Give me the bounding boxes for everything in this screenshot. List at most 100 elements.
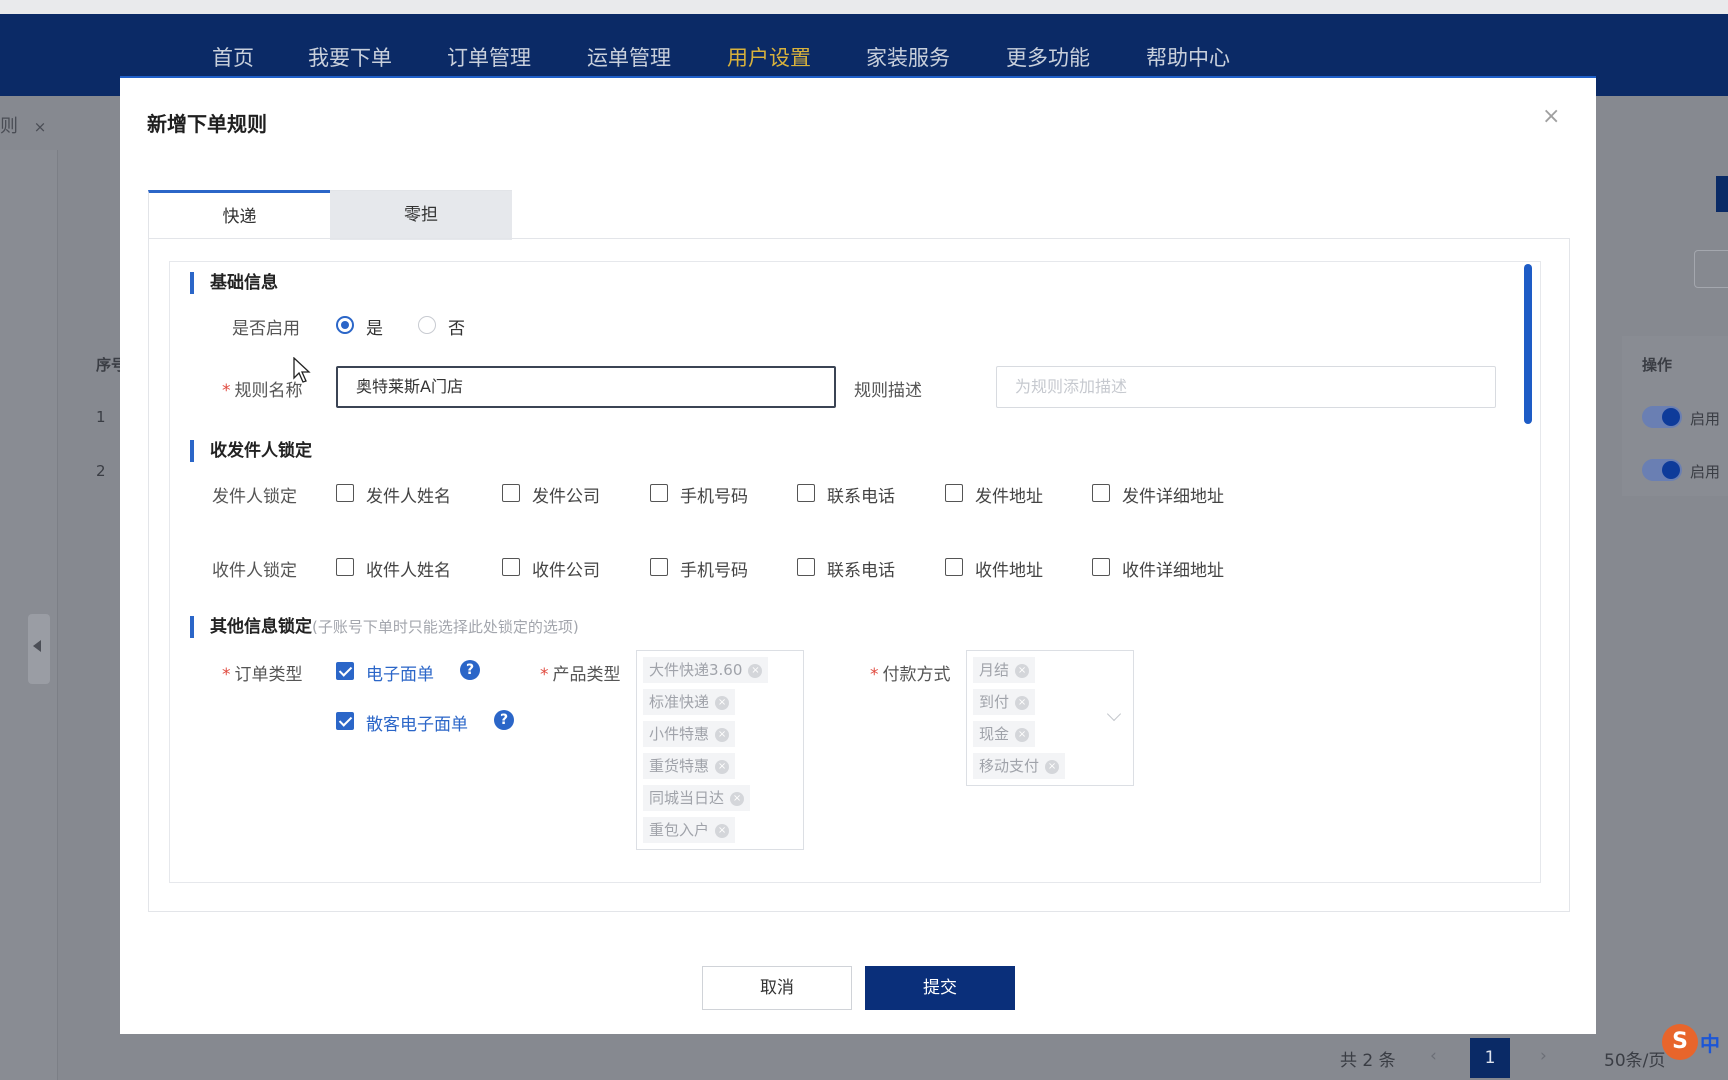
receiver-mobile-label[interactable]: 手机号码: [680, 556, 748, 581]
tag-remove-icon[interactable]: ×: [1015, 695, 1030, 710]
ime-mode: 中: [1700, 1032, 1720, 1056]
receiver-company-label[interactable]: 收件公司: [532, 556, 600, 581]
sender-lock-label: 发件人锁定: [212, 487, 297, 507]
pager-current-page[interactable]: 1: [1470, 1038, 1510, 1078]
receiver-phone-checkbox[interactable]: [797, 558, 815, 576]
tag-remove-icon[interactable]: ×: [715, 759, 730, 774]
receiver-company-checkbox[interactable]: [502, 558, 520, 576]
required-mark: *: [222, 381, 231, 401]
guest-e-waybill-label[interactable]: 散客电子面单: [366, 710, 468, 735]
background-secondary-button[interactable]: [1694, 250, 1728, 288]
section-other-lock-hint: (子账号下单时只能选择此处锁定的选项): [312, 618, 579, 636]
pager-total: 共 2 条: [1340, 1051, 1396, 1071]
e-waybill-label[interactable]: 电子面单: [366, 660, 434, 685]
tab-ltl[interactable]: 零担: [330, 190, 512, 240]
receiver-detail-address-checkbox[interactable]: [1092, 558, 1110, 576]
tag-remove-icon[interactable]: ×: [1015, 727, 1030, 742]
sender-name-label[interactable]: 发件人姓名: [366, 482, 451, 507]
scrollbar[interactable]: [1524, 264, 1532, 424]
tag-remove-icon[interactable]: ×: [715, 695, 730, 710]
receiver-phone-label[interactable]: 联系电话: [827, 556, 895, 581]
enable-label: 是否启用: [232, 319, 300, 339]
collapse-handle[interactable]: [28, 614, 50, 684]
enable-no-label[interactable]: 否: [448, 314, 465, 339]
payment-tag: 到付 ×: [973, 689, 1036, 715]
tag-remove-icon[interactable]: ×: [748, 663, 763, 678]
table-row-number: 2: [96, 462, 106, 480]
receiver-name-checkbox[interactable]: [336, 558, 354, 576]
nav-item-user-settings[interactable]: 用户设置: [727, 42, 811, 72]
tag-remove-icon[interactable]: ×: [1015, 663, 1030, 678]
receiver-address-checkbox[interactable]: [945, 558, 963, 576]
enable-yes-label[interactable]: 是: [366, 314, 383, 339]
help-icon[interactable]: ?: [460, 660, 480, 680]
tag-remove-icon[interactable]: ×: [1045, 759, 1060, 774]
sender-phone-checkbox[interactable]: [797, 484, 815, 502]
pager-prev-icon[interactable]: ‹: [1430, 1046, 1437, 1066]
background-primary-button[interactable]: [1716, 176, 1728, 212]
sender-name-checkbox[interactable]: [336, 484, 354, 502]
new-order-rule-dialog: 新增下单规则 × 快递 零担 基础信息 是否启用 是 否 * 规则名称 奥特莱斯A…: [120, 76, 1596, 1034]
ime-indicator[interactable]: S 中: [1662, 1024, 1728, 1064]
nav-item-place-order[interactable]: 我要下单: [308, 42, 392, 72]
payment-label-text: 付款方式: [882, 665, 951, 685]
e-waybill-checkbox[interactable]: [336, 662, 354, 680]
tag-remove-icon[interactable]: ×: [715, 823, 730, 838]
rule-desc-input[interactable]: 为规则添加描述: [996, 366, 1496, 408]
rule-name-input[interactable]: 奥特莱斯A门店: [336, 366, 836, 408]
ime-logo-icon: S: [1662, 1024, 1698, 1060]
nav-item-more-features[interactable]: 更多功能: [1006, 42, 1090, 72]
tab-express[interactable]: 快递: [148, 190, 330, 240]
sender-address-label[interactable]: 发件地址: [975, 482, 1043, 507]
receiver-name-label[interactable]: 收件人姓名: [366, 556, 451, 581]
sender-detail-address-label[interactable]: 发件详细地址: [1122, 482, 1224, 507]
close-icon[interactable]: ×: [1542, 104, 1560, 129]
enable-toggle-label: 启用: [1690, 463, 1721, 481]
enable-toggle[interactable]: [1642, 459, 1682, 481]
enable-toggle[interactable]: [1642, 406, 1682, 428]
product-type-label: * 产品类型: [540, 660, 621, 685]
sender-mobile-label[interactable]: 手机号码: [680, 482, 748, 507]
product-tag: 重货特惠 ×: [643, 753, 736, 779]
receiver-lock-label: 收件人锁定: [212, 561, 297, 581]
sender-company-checkbox[interactable]: [502, 484, 520, 502]
payment-method-select[interactable]: 月结 × 到付 × 现金 × 移动支付 ×: [966, 650, 1134, 786]
sender-detail-address-checkbox[interactable]: [1092, 484, 1110, 502]
sender-mobile-checkbox[interactable]: [650, 484, 668, 502]
receiver-address-label[interactable]: 收件地址: [975, 556, 1043, 581]
pager-next-icon[interactable]: ›: [1540, 1046, 1547, 1066]
sender-address-checkbox[interactable]: [945, 484, 963, 502]
nav-item-home-services[interactable]: 家装服务: [866, 42, 950, 72]
section-other-lock: 其他信息锁定(子账号下单时只能选择此处锁定的选项): [190, 616, 579, 638]
nav-item-order-management[interactable]: 订单管理: [447, 42, 531, 72]
enable-yes-radio[interactable]: [336, 316, 354, 334]
product-type-select[interactable]: 大件快递3.60 × 标准快递 × 小件特惠 × 重货特惠 × 同城当日达 × 重包入户 ×: [636, 650, 804, 850]
pager-page-size[interactable]: 50条/页: [1604, 1046, 1665, 1071]
receiver-mobile-checkbox[interactable]: [650, 558, 668, 576]
section-basic-info: 基础信息: [190, 272, 278, 294]
submit-button[interactable]: 提交: [865, 966, 1015, 1010]
sender-phone-label[interactable]: 联系电话: [827, 482, 895, 507]
tag-remove-icon[interactable]: ×: [730, 791, 745, 806]
sender-company-label[interactable]: 发件公司: [532, 482, 600, 507]
chevron-down-icon[interactable]: [1106, 706, 1122, 722]
table-header-action: 操作: [1642, 356, 1673, 374]
enable-no-radio[interactable]: [418, 316, 436, 334]
nav-item-waybill-management[interactable]: 运单管理: [587, 42, 671, 72]
guest-e-waybill-checkbox[interactable]: [336, 712, 354, 730]
tag-remove-icon[interactable]: ×: [715, 727, 730, 742]
product-type-label-text: 产品类型: [552, 665, 621, 685]
order-type-label-text: 订单类型: [234, 665, 303, 685]
cancel-button[interactable]: 取消: [702, 966, 852, 1010]
background-tab[interactable]: 则 ×: [0, 112, 46, 138]
help-icon[interactable]: ?: [494, 710, 514, 730]
product-tag: 标准快递 ×: [643, 689, 736, 715]
rule-desc-label: 规则描述: [854, 381, 922, 401]
nav-item-help-center[interactable]: 帮助中心: [1146, 42, 1230, 72]
receiver-detail-address-label[interactable]: 收件详细地址: [1122, 556, 1224, 581]
form-scroll-area[interactable]: 基础信息 是否启用 是 否 * 规则名称 奥特莱斯A门店 规则描述 为规则添加描述…: [169, 261, 1541, 883]
background-tab-close-icon[interactable]: ×: [34, 118, 47, 136]
nav-item-home[interactable]: 首页: [212, 42, 254, 72]
enable-toggle-label: 启用: [1690, 410, 1721, 428]
rule-name-label: * 规则名称: [222, 376, 303, 401]
